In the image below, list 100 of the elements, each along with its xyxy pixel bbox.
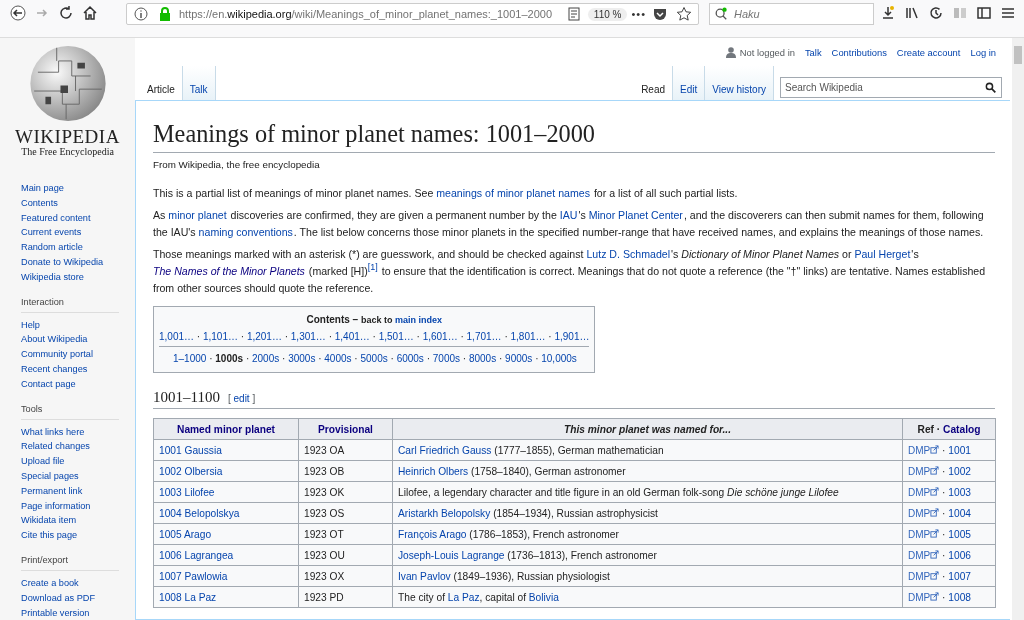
sidebar-link[interactable]: Featured content bbox=[21, 210, 135, 226]
view-tab[interactable]: View history bbox=[705, 66, 774, 100]
sidebar-link[interactable]: Wikidata item bbox=[21, 513, 135, 529]
link[interactable]: naming conventions bbox=[198, 226, 293, 238]
range-link[interactable]: 7000s bbox=[432, 353, 461, 364]
link[interactable]: La Paz bbox=[447, 591, 480, 603]
home-button[interactable] bbox=[82, 5, 98, 21]
sidebar-icon[interactable] bbox=[976, 5, 992, 21]
link[interactable]: main index bbox=[394, 315, 442, 325]
view-tab[interactable]: Edit bbox=[673, 66, 706, 100]
sidebar-link[interactable]: Printable version bbox=[21, 605, 135, 620]
dmp-link[interactable]: DMP bbox=[908, 465, 931, 477]
link[interactable]: Minor Planet Center bbox=[588, 209, 683, 221]
catalog-link[interactable]: 1007 bbox=[948, 570, 971, 582]
sidebar-link[interactable]: Special pages bbox=[21, 468, 135, 484]
history-icon[interactable] bbox=[928, 5, 944, 21]
column-header[interactable]: Named minor planet bbox=[153, 418, 299, 440]
download-icon[interactable] bbox=[880, 5, 896, 21]
search-icon[interactable] bbox=[985, 82, 996, 93]
link[interactable]: meanings of minor planet names bbox=[436, 187, 590, 199]
range-link[interactable]: 1,901… bbox=[554, 331, 590, 342]
sidebar-link[interactable]: Recent changes bbox=[21, 361, 135, 377]
pocket-icon[interactable] bbox=[652, 6, 668, 22]
catalog-link[interactable]: 1004 bbox=[948, 507, 971, 519]
range-link[interactable]: 9000s bbox=[505, 353, 533, 364]
range-link[interactable]: 6000s bbox=[396, 353, 424, 364]
sidebar-link[interactable]: Contact page bbox=[21, 376, 135, 392]
library-icon[interactable] bbox=[904, 5, 920, 21]
planet-link[interactable]: 1005 Arago bbox=[159, 528, 212, 540]
range-link[interactable]: 10,000s bbox=[541, 353, 577, 364]
dmp-link[interactable]: DMP bbox=[908, 486, 931, 498]
sidebar-link[interactable]: Related changes bbox=[21, 439, 135, 455]
dmp-link[interactable]: DMP bbox=[908, 570, 931, 582]
star-icon[interactable] bbox=[676, 6, 692, 22]
range-link[interactable]: 2000s bbox=[252, 353, 280, 364]
user-link[interactable]: Create account bbox=[896, 47, 961, 58]
sidebar-link[interactable]: Main page bbox=[21, 181, 135, 196]
planet-link[interactable]: 1008 La Paz bbox=[159, 591, 217, 603]
range-link[interactable]: 1,201… bbox=[246, 331, 282, 342]
scrollbar[interactable] bbox=[1012, 38, 1024, 620]
range-link[interactable]: 1000s bbox=[215, 353, 244, 364]
range-link[interactable]: 1,501… bbox=[378, 331, 414, 342]
user-link[interactable]: Talk bbox=[804, 47, 822, 58]
planet-link[interactable]: 1001 Gaussia bbox=[159, 444, 222, 456]
dmp-link[interactable]: DMP bbox=[908, 444, 931, 456]
edit-link[interactable]: edit bbox=[233, 393, 250, 404]
link[interactable]: François Arago bbox=[398, 528, 467, 540]
catalog-link[interactable]: Catalog bbox=[943, 423, 981, 435]
address-bar[interactable]: https://en.wikipedia.org/wiki/Meanings_of_minor_planet_names:_1001–2000 110 % ••• bbox=[126, 3, 699, 25]
catalog-link[interactable]: 1008 bbox=[948, 591, 971, 603]
sidebar-link[interactable]: Permanent link bbox=[21, 483, 135, 499]
link[interactable]: Bolivia bbox=[528, 591, 559, 603]
range-link[interactable]: 1,801… bbox=[510, 331, 546, 342]
page-actions-button[interactable]: ••• bbox=[631, 8, 646, 20]
link[interactable]: Joseph-Louis Lagrange bbox=[398, 549, 505, 561]
wordmark[interactable]: WIKIPEDIA bbox=[15, 127, 120, 146]
range-link[interactable]: 4000s bbox=[324, 353, 352, 364]
user-link[interactable]: Contributions bbox=[831, 47, 887, 58]
back-button[interactable] bbox=[10, 5, 26, 21]
sidebar-link[interactable]: Upload file bbox=[21, 454, 135, 469]
link[interactable]: Carl Friedrich Gauss bbox=[398, 444, 492, 456]
sidebar-link[interactable]: Wikipedia store bbox=[21, 269, 135, 285]
sidebar-link[interactable]: About Wikipedia bbox=[21, 332, 135, 348]
catalog-link[interactable]: 1006 bbox=[948, 549, 971, 561]
range-link[interactable]: 1,001… bbox=[159, 331, 195, 342]
sidebar-link[interactable]: Page information bbox=[21, 498, 135, 514]
sidebar-link[interactable]: Donate to Wikipedia bbox=[21, 255, 135, 270]
catalog-link[interactable]: 1005 bbox=[948, 528, 971, 540]
sidebar-link[interactable]: Help bbox=[21, 317, 135, 333]
range-link[interactable]: 1–1000 bbox=[173, 353, 207, 364]
link[interactable]: The Names of the Minor Planets bbox=[153, 265, 305, 277]
link[interactable]: Lutz D. Schmadel bbox=[586, 248, 671, 260]
planet-link[interactable]: 1006 Lagrangea bbox=[159, 549, 234, 561]
browser-search-field[interactable]: Haku bbox=[709, 3, 874, 25]
planet-link[interactable]: 1003 Lilofee bbox=[159, 486, 215, 498]
catalog-link[interactable]: 1002 bbox=[948, 465, 971, 477]
wiki-search-field[interactable]: Search Wikipedia bbox=[780, 77, 1002, 98]
planet-link[interactable]: 1004 Belopolskya bbox=[159, 507, 240, 519]
page-tab[interactable]: Talk bbox=[182, 66, 216, 100]
range-link[interactable]: 1,401… bbox=[334, 331, 370, 342]
range-link[interactable]: 8000s bbox=[468, 353, 497, 364]
range-link[interactable]: 1,701… bbox=[466, 331, 502, 342]
catalog-link[interactable]: 1003 bbox=[948, 486, 971, 498]
link[interactable]: Paul Herget bbox=[854, 248, 911, 260]
range-link[interactable]: 1,301… bbox=[290, 331, 326, 342]
sidebar-link[interactable]: Current events bbox=[21, 225, 135, 241]
column-header[interactable]: Provisional bbox=[298, 418, 393, 440]
link[interactable]: Aristarkh Belopolsky bbox=[398, 507, 491, 519]
catalog-link[interactable]: 1001 bbox=[948, 444, 971, 456]
sidebar-link[interactable]: Create a book bbox=[21, 575, 135, 591]
sidebar-link[interactable]: Download as PDF bbox=[21, 590, 135, 606]
dmp-link[interactable]: DMP bbox=[908, 507, 931, 519]
reload-button[interactable] bbox=[58, 5, 74, 21]
planet-link[interactable]: 1002 Olbersia bbox=[159, 465, 223, 477]
dmp-link[interactable]: DMP bbox=[908, 549, 931, 561]
sidebar-link[interactable]: What links here bbox=[21, 424, 135, 440]
link[interactable]: Heinrich Olbers bbox=[398, 465, 469, 477]
menu-icon[interactable] bbox=[1000, 5, 1016, 21]
user-link[interactable]: Log in bbox=[970, 47, 996, 58]
dmp-link[interactable]: DMP bbox=[908, 528, 931, 540]
